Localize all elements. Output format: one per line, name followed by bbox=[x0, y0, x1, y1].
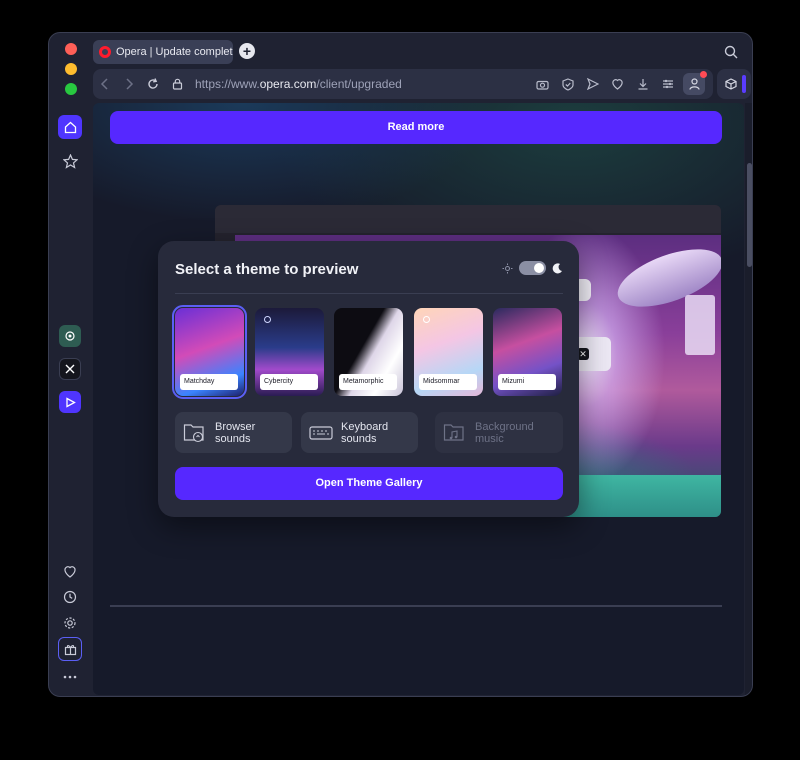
sidebar-item-history[interactable] bbox=[58, 585, 82, 609]
clock-icon bbox=[63, 590, 77, 604]
play-icon bbox=[65, 396, 76, 408]
theme-card-matchday[interactable]: Matchday bbox=[172, 305, 247, 399]
cube-icon bbox=[725, 78, 737, 90]
chevron-right-icon bbox=[126, 78, 134, 90]
address-bar: https://www.opera.com/client/upgraded bbox=[93, 69, 713, 99]
sidebar-item-chatgpt[interactable] bbox=[59, 325, 81, 347]
chevron-left-icon bbox=[100, 78, 108, 90]
light-dark-toggle-group bbox=[502, 261, 563, 275]
scrollbar-thumb[interactable] bbox=[747, 163, 752, 267]
chatgpt-icon bbox=[65, 331, 75, 341]
gear-icon bbox=[64, 617, 76, 629]
back-button[interactable] bbox=[93, 72, 117, 96]
sidebar-item-home[interactable] bbox=[58, 115, 82, 139]
theme-card-label: Mizumi bbox=[498, 374, 556, 390]
close-window-button[interactable] bbox=[65, 43, 77, 55]
theme-card-label: Midsommar bbox=[419, 374, 477, 390]
theme-card-cybercity[interactable]: Cybercity bbox=[255, 308, 324, 396]
sidebar-item-player[interactable] bbox=[59, 391, 81, 413]
keyboard-sounds-button[interactable]: Keyboard sounds bbox=[301, 412, 418, 453]
extensions-button[interactable] bbox=[717, 69, 751, 99]
lock-icon[interactable] bbox=[165, 72, 189, 96]
search-tabs-icon[interactable] bbox=[724, 45, 738, 64]
more-icon bbox=[63, 675, 77, 679]
panel-title: Select a theme to preview bbox=[175, 261, 359, 278]
theme-card-midsommar[interactable]: Midsommar bbox=[414, 308, 483, 396]
sidebar bbox=[49, 103, 91, 696]
sidebar-panel-indicator bbox=[742, 75, 746, 93]
theme-list: Matchday Cybercity Metamorphic Midsommar… bbox=[172, 305, 565, 399]
download-icon[interactable] bbox=[633, 75, 652, 94]
home-icon bbox=[64, 121, 76, 133]
forward-button[interactable] bbox=[117, 72, 141, 96]
theme-card-mizumi[interactable]: Mizumi bbox=[493, 308, 562, 396]
sidebar-item-x[interactable] bbox=[59, 358, 81, 380]
camera-icon[interactable] bbox=[533, 75, 552, 94]
minimize-window-button[interactable] bbox=[65, 63, 77, 75]
page-content: Read more ✕ Select a theme to preview Ma… bbox=[93, 103, 744, 695]
star-icon bbox=[62, 153, 78, 169]
keyboard-icon bbox=[309, 425, 333, 440]
new-tab-button[interactable]: + bbox=[239, 43, 255, 59]
sidebar-item-settings[interactable] bbox=[58, 611, 82, 635]
opera-logo-icon bbox=[99, 46, 111, 58]
moon-icon bbox=[552, 262, 562, 273]
folder-music-icon bbox=[443, 423, 464, 441]
dark-mode-toggle[interactable] bbox=[519, 261, 546, 275]
read-more-button[interactable]: Read more bbox=[110, 111, 722, 144]
send-icon[interactable] bbox=[583, 75, 602, 94]
gift-icon bbox=[64, 644, 76, 655]
heart-icon[interactable] bbox=[608, 75, 627, 94]
reload-icon bbox=[148, 78, 158, 89]
open-theme-gallery-button[interactable]: Open Theme Gallery bbox=[175, 467, 563, 500]
tab-title: Opera | Update complete bbox=[116, 46, 233, 58]
reload-button[interactable] bbox=[141, 72, 165, 96]
shield-check-icon[interactable] bbox=[558, 75, 577, 94]
sun-icon bbox=[423, 316, 430, 323]
easy-setup-icon[interactable] bbox=[658, 75, 677, 94]
sidebar-item-speed-dial[interactable] bbox=[58, 149, 82, 173]
notification-dot bbox=[700, 71, 707, 78]
theme-selector-panel: Select a theme to preview Matchday Cyber… bbox=[158, 241, 579, 517]
folder-sound-icon bbox=[183, 423, 204, 442]
background-music-button[interactable]: Background music bbox=[435, 412, 563, 453]
browser-sounds-button[interactable]: Browser sounds bbox=[175, 412, 292, 453]
theme-card-metamorphic[interactable]: Metamorphic bbox=[334, 308, 403, 396]
x-logo-icon bbox=[65, 364, 75, 374]
url-field[interactable]: https://www.opera.com/client/upgraded bbox=[195, 77, 402, 91]
tab-opera-update[interactable]: Opera | Update complete bbox=[93, 40, 233, 64]
sidebar-item-bookmarks[interactable] bbox=[58, 559, 82, 583]
zoom-window-button[interactable] bbox=[65, 83, 77, 95]
theme-card-label: Metamorphic bbox=[339, 374, 397, 390]
theme-card-label: Matchday bbox=[180, 374, 238, 390]
profile-button[interactable] bbox=[683, 71, 707, 95]
sidebar-item-whats-new[interactable] bbox=[58, 637, 82, 661]
user-icon bbox=[688, 78, 700, 90]
browser-window: Opera | Update complete + https://www.op… bbox=[48, 32, 753, 697]
sun-icon bbox=[502, 263, 513, 273]
theme-card-label: Cybercity bbox=[260, 374, 318, 390]
heart-icon bbox=[64, 565, 76, 578]
moon-icon bbox=[264, 316, 271, 323]
sidebar-more-button[interactable] bbox=[58, 665, 82, 689]
content-divider bbox=[110, 605, 722, 607]
